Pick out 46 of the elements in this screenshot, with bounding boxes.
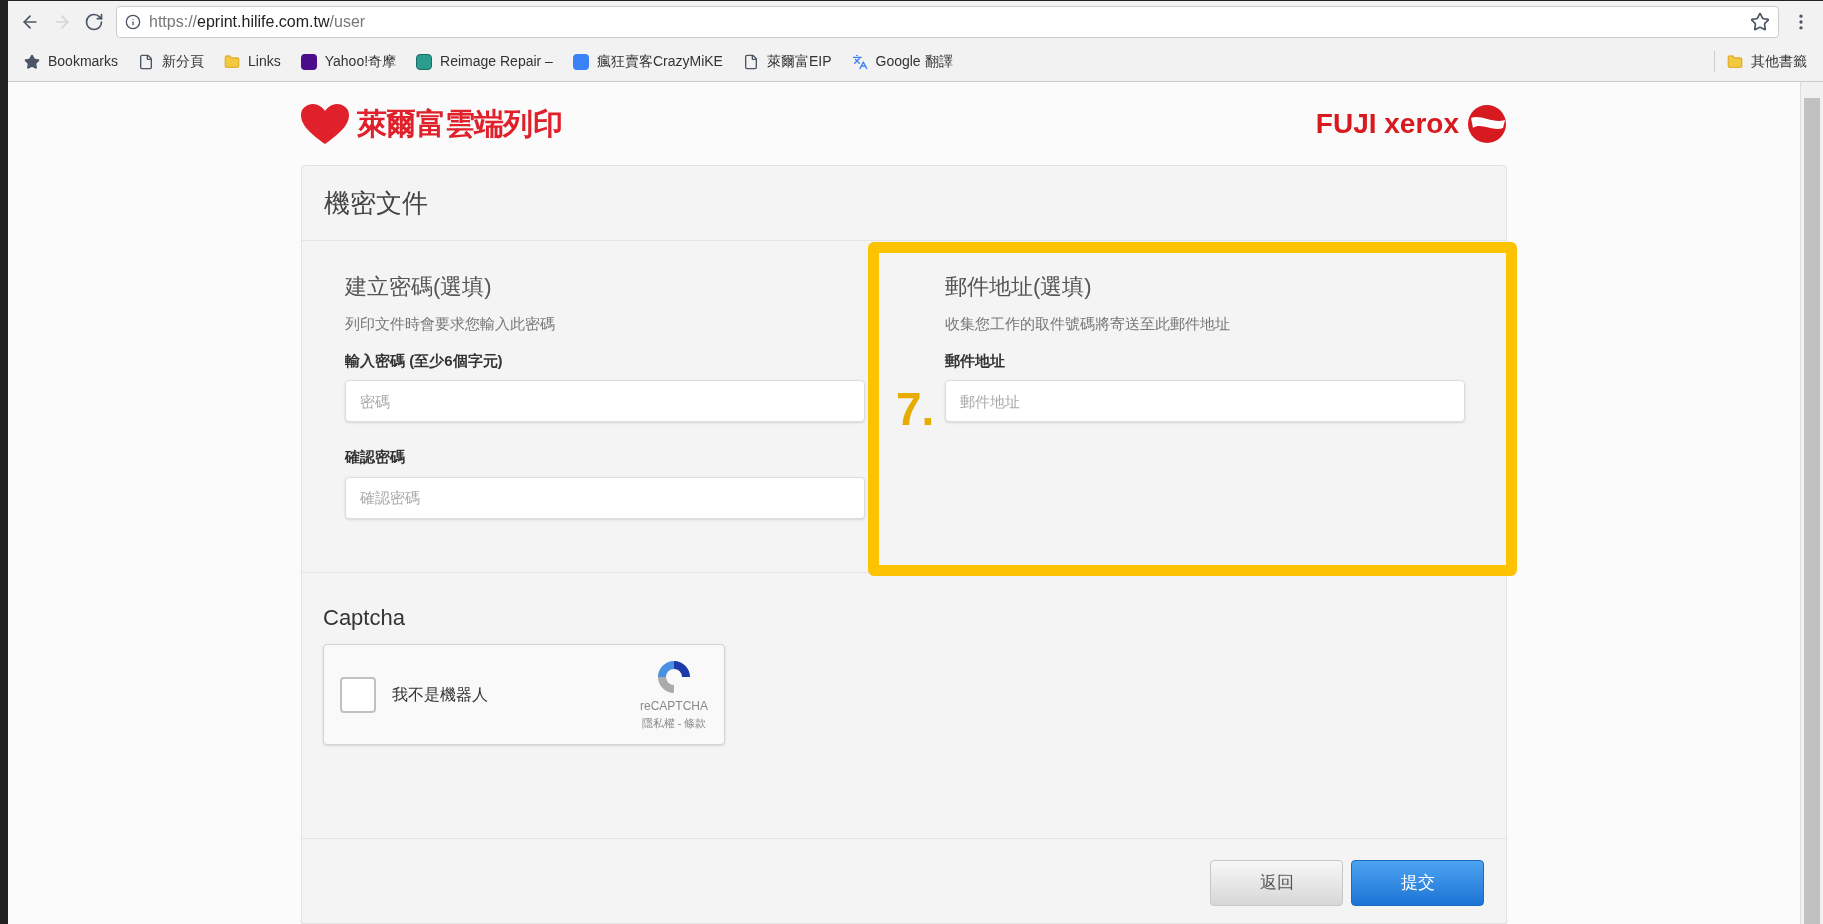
- address-bar[interactable]: https://eprint.hilife.com.tw/user: [116, 5, 1779, 38]
- bookmark-item[interactable]: Google 翻譯: [851, 51, 953, 72]
- field-label: 郵件地址: [945, 350, 1006, 371]
- folder-icon: [1727, 53, 1743, 70]
- globe-logo-icon: [1467, 103, 1507, 144]
- back-button[interactable]: 返回: [1210, 860, 1343, 906]
- input-field[interactable]: 確認密碼: [345, 476, 865, 519]
- other-bookmarks[interactable]: 其他書籤: [1714, 51, 1807, 72]
- submit-button[interactable]: 提交: [1351, 860, 1484, 906]
- annotation-number: 7.: [896, 386, 935, 432]
- field-label: 輸入密碼 (至少6個字元): [345, 350, 504, 371]
- site-icon: [300, 53, 317, 70]
- bookmark-item[interactable]: 萊爾富EIP: [742, 51, 832, 72]
- recaptcha-links[interactable]: 隱私權 - 條款: [641, 715, 707, 732]
- page-icon: [138, 53, 155, 70]
- star-icon: [24, 53, 40, 70]
- folder-icon: [224, 53, 241, 70]
- section-description: 收集您工作的取件號碼將寄送至此郵件地址: [945, 314, 1231, 334]
- bookmark-item[interactable]: Yahoo!奇摩: [300, 51, 397, 72]
- input-field[interactable]: 密碼: [345, 380, 865, 422]
- recaptcha-brand: reCAPTCHA: [640, 698, 708, 716]
- site-icon: [572, 53, 589, 70]
- captcha-checkbox[interactable]: [340, 676, 376, 713]
- heart-logo-icon: [301, 103, 349, 144]
- bookmark-item[interactable]: Reimage Repair –: [416, 51, 553, 72]
- field-label: 確認密碼: [345, 447, 406, 467]
- bookmark-item[interactable]: 瘋狂賣客CrazyMiKE: [572, 51, 723, 72]
- section-title: 郵件地址(選填): [945, 273, 1093, 301]
- input-field[interactable]: 郵件地址: [945, 380, 1465, 422]
- scrollbar[interactable]: [1800, 82, 1823, 924]
- card-title: 機密文件: [302, 166, 1506, 241]
- bookmark-item[interactable]: Bookmarks: [24, 51, 119, 72]
- captcha-title: Captcha: [323, 604, 406, 632]
- site-icon: [416, 53, 433, 70]
- partner-logo-text: FUJI xerox: [1315, 106, 1459, 141]
- logo-text: 萊爾富雲端列印: [357, 106, 562, 142]
- reload-icon[interactable]: [84, 11, 104, 32]
- section-description: 列印文件時會要求您輸入此密碼: [345, 314, 556, 334]
- bookmark-star-icon[interactable]: [1750, 11, 1770, 32]
- info-icon[interactable]: [125, 13, 141, 30]
- section-title: 建立密碼(選填): [345, 273, 493, 301]
- bookmark-item[interactable]: 新分頁: [138, 51, 205, 72]
- bookmark-item[interactable]: Links: [224, 51, 281, 72]
- page-icon: [742, 53, 759, 70]
- translate-icon: [851, 53, 868, 70]
- checkbox-label: 我不是機器人: [392, 684, 488, 705]
